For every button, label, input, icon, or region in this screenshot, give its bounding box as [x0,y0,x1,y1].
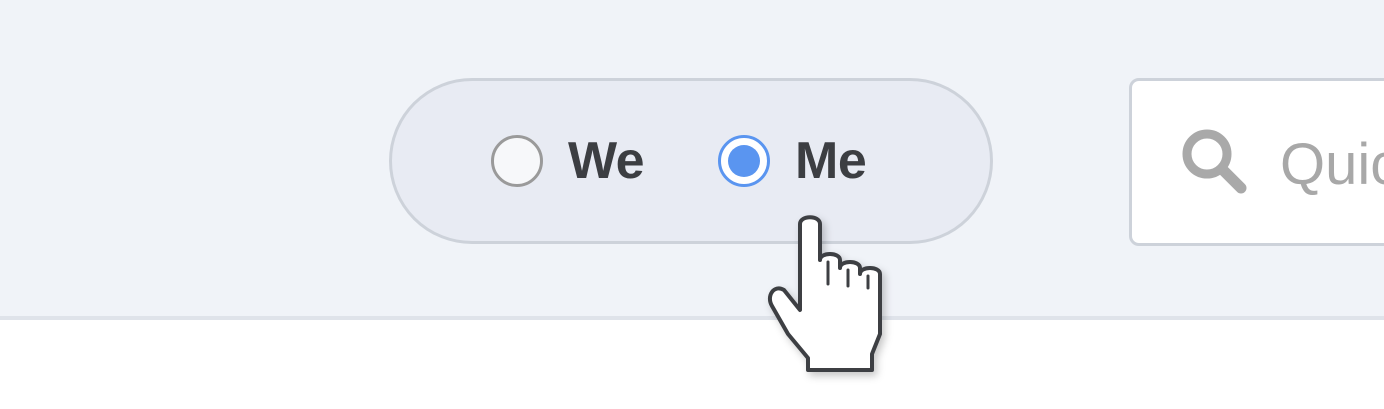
top-toolbar: We Me [0,0,1384,320]
scope-option-me[interactable]: Me [718,81,867,241]
radio-button-we[interactable] [491,135,543,187]
scope-option-we[interactable]: We [491,81,645,241]
search-box[interactable] [1129,78,1384,246]
radio-label-we: We [568,132,645,190]
search-input[interactable] [1280,119,1384,209]
radio-label-me: Me [795,132,867,190]
radio-button-me[interactable] [718,135,770,187]
search-icon [1182,129,1247,194]
scope-toggle: We Me [389,78,993,244]
